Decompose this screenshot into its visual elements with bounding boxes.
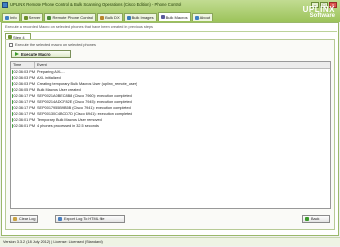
event-cell: SEP00214ADCF82E (Cisco 7945): execution … [35,100,132,104]
time-cell: 02:36:03 PM [11,82,35,86]
status-bar: Version 3.3.2 (18 July 2012) | License: … [0,237,340,246]
time-text: 02:36:03 PM [13,76,35,80]
event-cell: AXL initialized [35,76,61,80]
table-row[interactable]: 02:36:01 PM4 phones processed in 32.5 se… [11,123,330,129]
time-text: 02:36:01 PM [13,124,35,128]
export-log-button[interactable]: Export Log To HTML file [55,215,125,223]
event-cell: Preparing AXL... [35,70,65,74]
event-cell: 4 phones processed in 32.5 seconds [35,124,99,128]
image-icon [127,16,131,20]
time-cell: 02:36:17 PM [11,94,35,98]
log-rows: 02:36:03 PMPreparing AXL...02:36:03 PMAX… [11,69,330,129]
step-panel: Execute the selected macro on selected p… [5,39,335,230]
time-cell: 02:36:17 PM [11,100,35,104]
back-label: Back [311,217,319,221]
hint-checkbox-icon [9,43,13,47]
clear-log-button[interactable]: Clear Log [10,215,38,223]
phone-icon [47,16,51,20]
time-cell: 02:36:17 PM [11,106,35,110]
export-log-label: Export Log To HTML file [64,217,105,221]
tab-label: About [200,15,210,20]
time-text: 02:36:03 PM [13,70,35,74]
time-text: 02:36:01 PM [13,118,35,122]
main-panel: Execute a recorded Macro on selected pho… [1,22,339,236]
tab-remote-phone-control[interactable]: Remote Phone Control [44,13,96,21]
tab-server[interactable]: Server [21,13,44,21]
tab-bulk-dx[interactable]: Bulk DX [97,13,122,21]
tab-label: Info [10,15,17,20]
play-icon [15,52,19,56]
time-cell: 02:36:01 PM [11,124,35,128]
about-icon [195,16,199,20]
tab-bulk-macros[interactable]: Bulk Macros [158,12,191,21]
event-log-table[interactable]: Time Event 02:36:03 PMPreparing AXL...02… [10,61,331,209]
logo-sub: Software [303,13,335,20]
clear-log-label: Clear Log [19,217,35,221]
event-cell: Bulk Macros User created [35,88,81,92]
step-hint: Execute the selected macro on selected p… [9,43,96,47]
tab-label: Remote Phone Control [52,15,93,20]
event-cell: Temporary Bulk Macros User removed [35,118,102,122]
time-text: 02:36:17 PM [13,100,35,104]
time-cell: 02:36:01 PM [11,118,35,122]
logo: UPLINX Software [303,6,335,20]
time-text: 02:36:17 PM [13,106,35,110]
event-cell: SEP0017955B9B5B (Cisco 7941): execution … [35,106,131,110]
event-cell: Creating temporary Bulk Macros User (upl… [35,82,137,86]
tab-label: Server [29,15,41,20]
column-header-time[interactable]: Time [11,62,35,68]
main-tabs: Info Server Remote Phone Control Bulk DX… [2,13,213,21]
back-arrow-icon [305,217,309,221]
time-text: 02:36:17 PM [13,112,35,116]
time-cell: 02:36:05 PM [11,88,35,92]
logo-name: UPLINX [303,6,335,13]
macro-icon [161,15,165,19]
bulk-dx-icon [100,16,104,20]
action-bar: Clear Log Export Log To HTML file Back [10,212,331,226]
time-cell: 02:36:17 PM [11,112,35,116]
column-header-event[interactable]: Event [35,62,47,68]
tab-label: Bulk Images [132,15,154,20]
app-icon [2,2,8,8]
window-title: UPLINX Remote Phone Control & Bulk Scann… [10,2,181,7]
tab-bulk-images[interactable]: Bulk Images [124,13,157,21]
execute-button-label: Execute Macro [21,52,51,57]
hint-text: Execute the selected macro on selected p… [15,43,96,47]
event-cell: SEP0021A0BEC8B8 (Cisco 7960): execution … [35,94,132,98]
execute-macro-button[interactable]: Execute Macro [11,50,71,58]
back-button[interactable]: Back [302,215,330,223]
clear-icon [13,217,17,221]
time-text: 02:36:05 PM [13,88,35,92]
log-header: Time Event [11,62,330,69]
time-cell: 02:36:03 PM [11,76,35,80]
server-icon [24,16,28,20]
event-cell: SEP00130C4BCD7D (Cisco 6941): execution … [35,112,132,116]
tab-info[interactable]: Info [2,13,20,21]
time-cell: 02:36:03 PM [11,70,35,74]
export-icon [58,217,62,221]
time-text: 02:36:17 PM [13,94,35,98]
time-text: 02:36:03 PM [13,82,35,86]
tab-label: Bulk DX [105,15,119,20]
title-bar: UPLINX Remote Phone Control & Bulk Scann… [0,0,340,22]
step-description: Execute a recorded Macro on selected pho… [5,25,153,29]
tab-label: Bulk Macros [166,15,188,20]
info-icon [5,16,9,20]
divider [4,31,337,32]
tab-about[interactable]: About [192,13,213,21]
